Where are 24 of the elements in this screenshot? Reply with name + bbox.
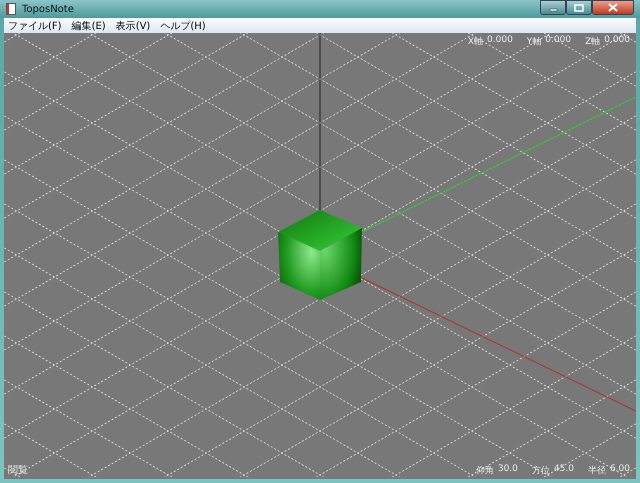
- camera-label: 半径: [588, 464, 606, 477]
- axis-label: Y軸: [526, 36, 542, 48]
- menu-item[interactable]: ヘルプ(H): [160, 18, 206, 32]
- camera-label: 方位: [532, 464, 550, 477]
- menu-item[interactable]: ファイル(F): [8, 18, 62, 32]
- maximize-icon: [574, 4, 584, 12]
- maximize-button[interactable]: [566, 0, 592, 15]
- axis-value: 0.000: [604, 35, 630, 47]
- axis-value: 0.000: [545, 35, 572, 47]
- close-icon: [608, 3, 618, 12]
- window-title: ToposNote: [22, 4, 74, 14]
- document-icon: [6, 3, 16, 15]
- axis-label: X軸: [468, 36, 484, 48]
- axis-value: 0.000: [487, 35, 513, 47]
- mode-label: 閲覧: [8, 464, 28, 477]
- axis-label: Z軸: [585, 36, 600, 48]
- camera-value: 30.0: [498, 464, 518, 476]
- camera-label: 仰角: [476, 464, 494, 477]
- camera-value: 6.00: [610, 464, 630, 476]
- close-button[interactable]: [592, 0, 634, 15]
- menu-item[interactable]: 表示(V): [116, 18, 150, 32]
- menu-item[interactable]: 編集(E): [72, 18, 106, 32]
- camera-value: 45.0: [554, 464, 574, 476]
- minimize-button[interactable]: [540, 0, 566, 15]
